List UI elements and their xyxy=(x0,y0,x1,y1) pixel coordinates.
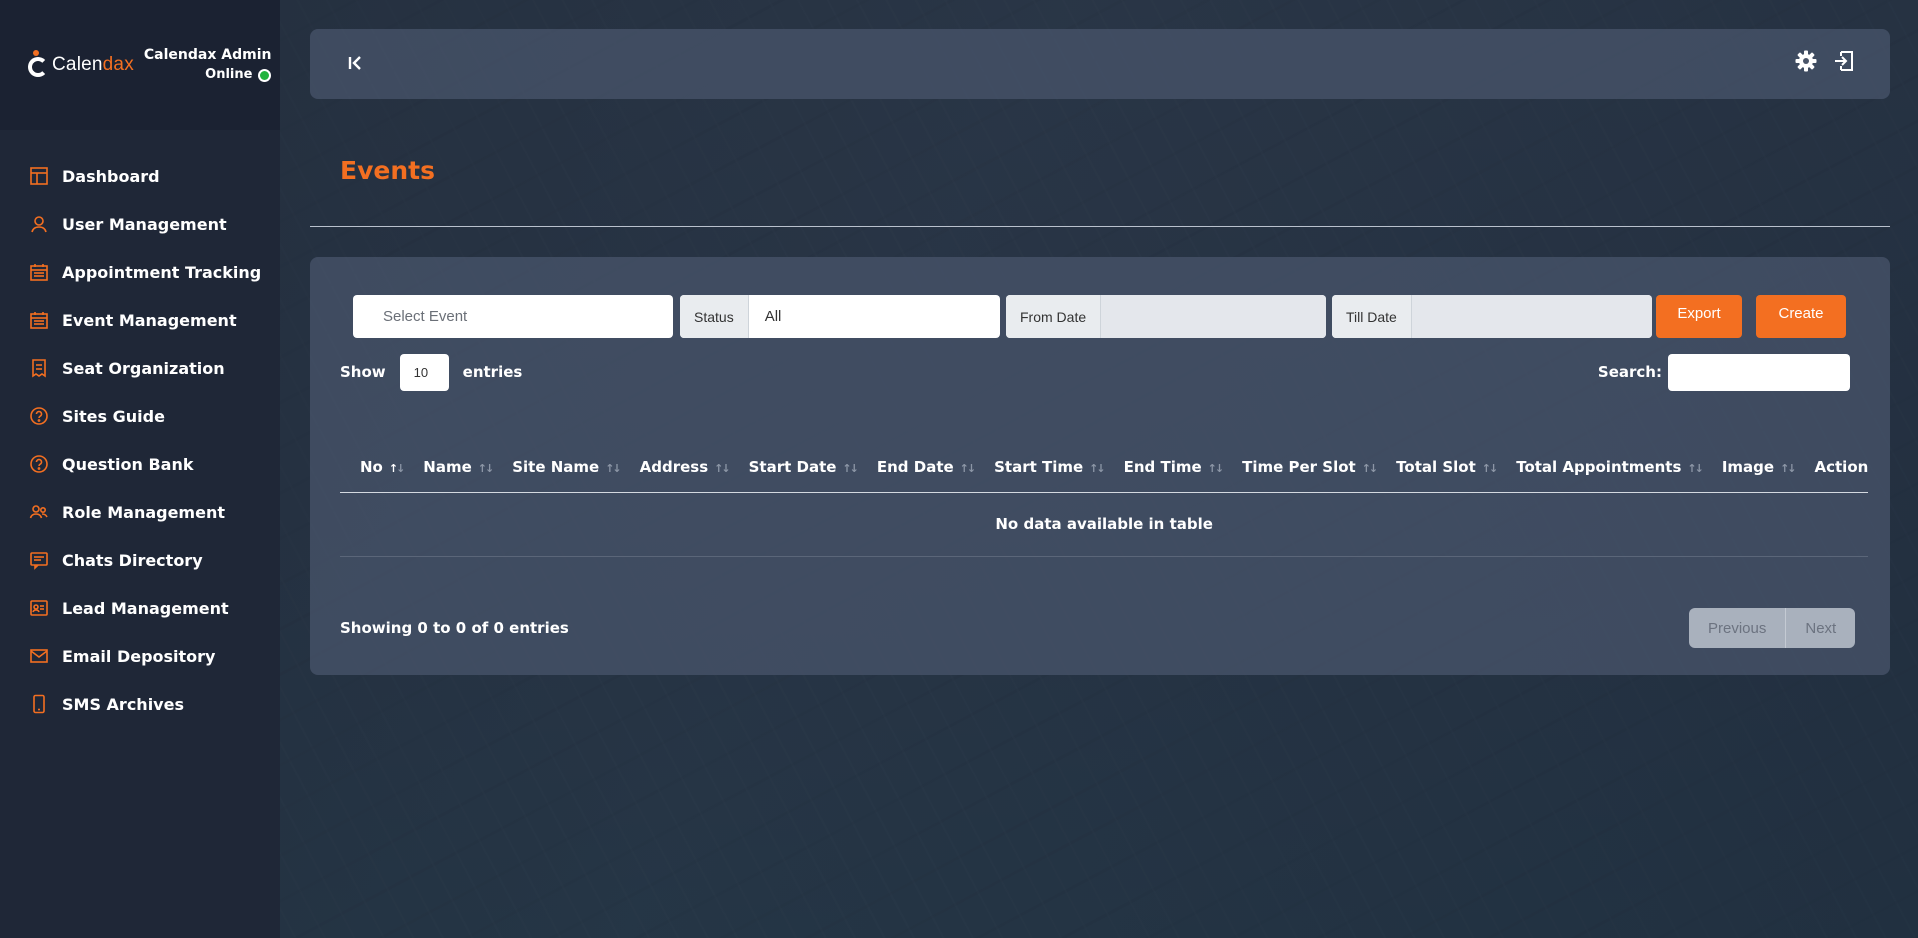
logo-text: Calendax xyxy=(52,54,134,75)
sidebar-item-appointment-tracking[interactable]: Appointment Tracking xyxy=(0,248,280,296)
collapse-left-icon xyxy=(348,56,361,70)
col-end-date[interactable]: End Date ↑↓ xyxy=(856,442,977,493)
till-date-filter: Till Date xyxy=(1332,295,1652,338)
sort-icon: ↑↓ xyxy=(1687,461,1704,475)
sort-icon: ↑↓ xyxy=(842,461,859,475)
title-divider xyxy=(310,226,1890,227)
search-label: Search: xyxy=(1597,363,1662,381)
create-button[interactable]: Create xyxy=(1756,295,1846,338)
col-total-appointments[interactable]: Total Appointments ↑↓ xyxy=(1496,442,1704,493)
sort-icon: ↑↓ xyxy=(959,461,977,475)
events-table: No ↑↓ Name ↑↓ Site Name ↑↓ Address ↑↓ Start … xyxy=(340,442,1869,557)
previous-page-button[interactable]: Previous xyxy=(1689,608,1787,648)
receipt-icon xyxy=(28,357,50,379)
calendar-icon xyxy=(28,309,50,331)
status-select[interactable]: All xyxy=(749,295,1000,338)
table-search: Search: xyxy=(1598,353,1850,391)
col-start-time[interactable]: Start Time ↑↓ xyxy=(974,442,1106,493)
status-label: Status xyxy=(680,295,749,338)
col-image[interactable]: Image ↑↓ xyxy=(1701,442,1797,493)
brand-header: Calendax Calendax Admin Online xyxy=(0,0,280,130)
logout-icon xyxy=(1835,51,1853,71)
page-title: Events xyxy=(340,156,435,185)
search-input[interactable] xyxy=(1668,353,1850,391)
sort-icon: ↑↓ xyxy=(1481,461,1499,475)
logo-mark-icon xyxy=(26,49,48,81)
help-circle-icon xyxy=(28,405,50,427)
sort-icon: ↑↓ xyxy=(1207,461,1225,475)
help-circle-icon xyxy=(28,453,50,475)
admin-status: Online xyxy=(144,65,272,85)
sidebar-item-event-management[interactable]: Event Management xyxy=(0,296,280,344)
sidebar-item-lead-management[interactable]: Lead Management xyxy=(0,584,280,632)
sort-icon: ↑↓ xyxy=(1089,461,1106,475)
export-button[interactable]: Export xyxy=(1656,295,1742,338)
sidebar-item-email-depository[interactable]: Email Depository xyxy=(0,632,280,680)
sort-icon: ↑↓ xyxy=(605,461,622,475)
col-time-per-slot[interactable]: Time Per Slot ↑↓ xyxy=(1222,442,1379,493)
sidebar-item-dashboard[interactable]: Dashboard xyxy=(0,152,280,200)
from-date-input[interactable] xyxy=(1101,295,1326,338)
sort-asc-icon: ↑↓ xyxy=(388,461,406,475)
table-header-row: No ↑↓ Name ↑↓ Site Name ↑↓ Address ↑↓ Start … xyxy=(340,442,1869,493)
admin-name: Calendax Admin xyxy=(143,47,272,63)
col-site-name[interactable]: Site Name ↑↓ xyxy=(492,442,622,493)
sidebar: Calendax Calendax Admin Online Dashboard… xyxy=(0,0,280,938)
col-action: Action xyxy=(1794,442,1869,493)
phone-icon xyxy=(28,693,50,715)
sidebar-item-user-management[interactable]: User Management xyxy=(0,200,280,248)
calendar-icon xyxy=(28,261,50,283)
table-info: Showing 0 to 0 of 0 entries xyxy=(340,619,569,637)
online-status-dot xyxy=(258,68,272,82)
status-filter: Status All xyxy=(680,295,1000,338)
admin-info: Calendax Admin Online xyxy=(144,45,272,85)
empty-table-message: No data available in table xyxy=(340,492,1869,557)
mail-icon xyxy=(28,645,50,667)
col-start-date[interactable]: Start Date ↑↓ xyxy=(728,442,859,493)
col-end-time[interactable]: End Time ↑↓ xyxy=(1103,442,1225,493)
col-name[interactable]: Name ↑↓ xyxy=(403,442,495,493)
sort-icon: ↑↓ xyxy=(477,461,495,475)
sort-icon: ↑↓ xyxy=(1361,461,1379,475)
select-event-dropdown[interactable]: Select Event xyxy=(353,295,673,338)
entries-select[interactable]: 10 xyxy=(399,353,449,391)
chat-icon xyxy=(28,549,50,571)
user-icon xyxy=(28,213,50,235)
settings-button[interactable] xyxy=(1794,49,1820,75)
col-no[interactable]: No ↑↓ xyxy=(340,442,406,493)
top-bar xyxy=(310,29,1890,99)
sidebar-item-sites-guide[interactable]: Sites Guide xyxy=(0,392,280,440)
table-row: No data available in table xyxy=(340,492,1869,557)
next-page-button[interactable]: Next xyxy=(1786,608,1855,648)
logout-button[interactable] xyxy=(1832,49,1858,75)
logo[interactable]: Calendax xyxy=(26,49,134,81)
till-date-input[interactable] xyxy=(1411,295,1652,338)
collapse-sidebar-button[interactable] xyxy=(346,53,368,75)
sort-icon: ↑↓ xyxy=(714,461,731,475)
entries-length-control: Show 10 entries xyxy=(340,353,522,391)
col-address[interactable]: Address ↑↓ xyxy=(619,442,731,493)
sidebar-item-role-management[interactable]: Role Management xyxy=(0,488,280,536)
pagination: Previous Next xyxy=(1689,608,1856,648)
sidebar-item-seat-organization[interactable]: Seat Organization xyxy=(0,344,280,392)
sidebar-item-chats-directory[interactable]: Chats Directory xyxy=(0,536,280,584)
till-date-label: Till Date xyxy=(1332,295,1412,338)
col-total-slot[interactable]: Total Slot ↑↓ xyxy=(1376,442,1499,493)
sort-icon: ↑↓ xyxy=(1780,461,1797,475)
sidebar-item-question-bank[interactable]: Question Bank xyxy=(0,440,280,488)
lead-icon xyxy=(28,597,50,619)
from-date-filter: From Date xyxy=(1006,295,1326,338)
from-date-label: From Date xyxy=(1006,295,1102,338)
gear-icon xyxy=(1795,50,1817,72)
users-icon xyxy=(28,501,50,523)
dashboard-icon xyxy=(28,165,50,187)
sidebar-nav: Dashboard User Management Appointment Tr… xyxy=(0,130,280,728)
sidebar-item-sms-archives[interactable]: SMS Archives xyxy=(0,680,280,728)
events-card: Select Event Status All From Date Till D… xyxy=(310,257,1890,675)
